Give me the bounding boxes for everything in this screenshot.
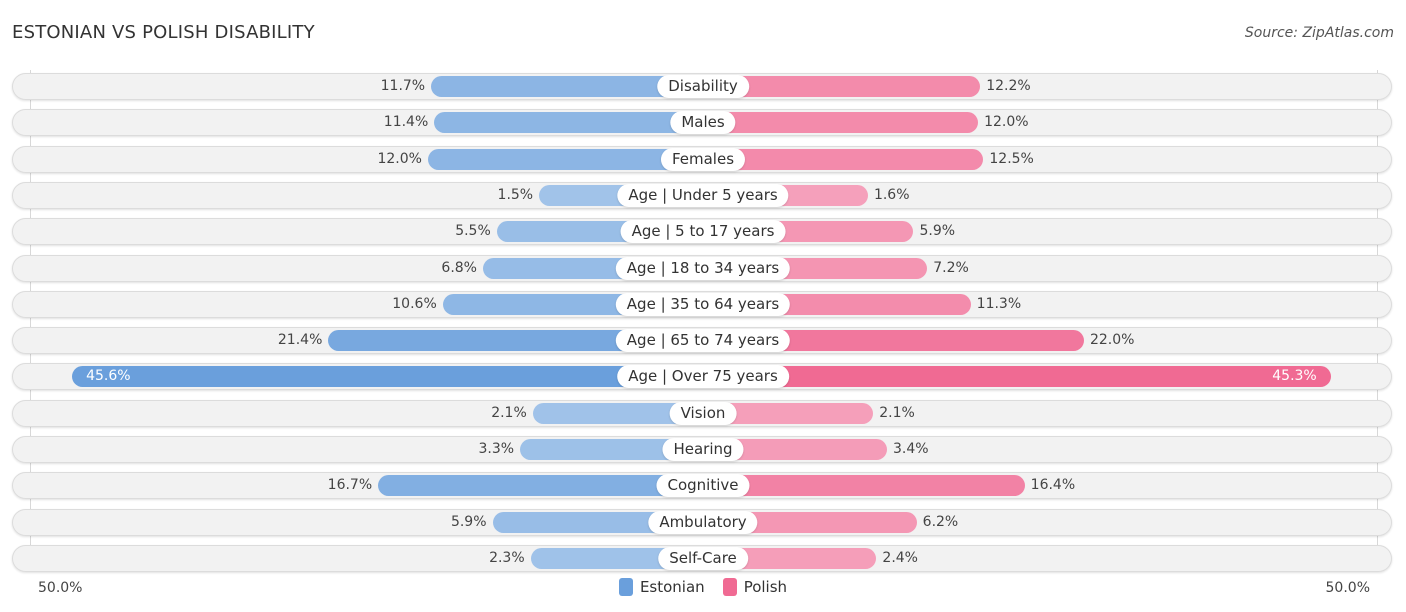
value-label-estonian: 3.3% [478,441,515,457]
value-label-polish: 6.2% [922,513,959,530]
category-label: Age | 65 to 74 years [615,329,791,353]
category-label: Self-Care [658,546,748,570]
category-label: Females [660,147,746,171]
value-label-estonian: 1.5% [497,186,534,203]
value-label-polish: 7.2% [933,259,969,276]
value-label-polish: 12.2% [986,78,1031,94]
value-label-estonian: 6.8% [441,259,477,276]
value-label-estonian: 11.4% [383,114,429,131]
value-label-polish: 1.6% [873,186,910,203]
value-label-estonian: 45.6% [86,368,131,385]
value-label-polish: 11.3% [976,295,1022,312]
legend: Estonian Polish [0,578,1406,596]
bar-estonian[interactable] [378,475,703,497]
category-label: Ambulatory [648,510,758,534]
value-label-polish: 12.5% [989,150,1034,167]
legend-swatch-estonian [618,578,633,596]
bar-polish[interactable] [703,366,1331,388]
bar-polish[interactable] [703,112,979,134]
value-label-estonian: 12.0% [377,150,422,167]
value-label-estonian: 2.3% [489,549,525,566]
value-label-polish: 12.0% [984,114,1029,131]
legend-swatch-polish [722,578,737,596]
category-label: Age | 18 to 34 years [615,256,791,280]
value-label-polish: 22.0% [1089,332,1135,349]
value-label-estonian: 5.5% [455,223,491,240]
value-label-estonian: 2.1% [491,404,527,421]
bar-polish[interactable] [703,148,984,170]
category-label: Age | 5 to 17 years [620,220,786,244]
bar-estonian[interactable] [434,112,703,134]
value-label-polish: 16.4% [1030,477,1076,494]
value-label-polish: 2.1% [879,404,915,421]
legend-label-estonian: Estonian [639,578,705,596]
category-label: Vision [669,401,737,425]
bar-polish[interactable] [703,475,1025,497]
category-label: Age | 35 to 64 years [615,292,791,316]
category-label: Age | Under 5 years [617,183,789,207]
legend-item-estonian[interactable]: Estonian [618,578,705,596]
diverging-bar-chart: 11.7% 12.2% Disability 11.4% 12.0% Males 12.0%… [0,0,1406,612]
value-label-estonian: 5.9% [450,513,487,530]
value-label-polish: 45.3% [1272,368,1317,385]
category-label: Males [670,111,736,135]
value-label-polish: 3.4% [893,441,929,457]
bar-estonian[interactable] [72,366,703,388]
value-label-polish: 5.9% [919,223,956,240]
value-label-estonian: 16.7% [327,477,373,494]
value-label-estonian: 21.4% [277,332,323,349]
value-label-estonian: 11.7% [380,78,426,94]
value-label-estonian: 10.6% [392,295,437,312]
category-label: Disability [657,75,749,98]
category-label: Age | Over 75 years [617,365,789,389]
legend-label-polish: Polish [743,578,788,596]
category-label: Cognitive [656,474,750,498]
legend-item-polish[interactable]: Polish [722,578,788,596]
category-label: Hearing [662,438,744,461]
value-label-polish: 2.4% [882,549,918,566]
